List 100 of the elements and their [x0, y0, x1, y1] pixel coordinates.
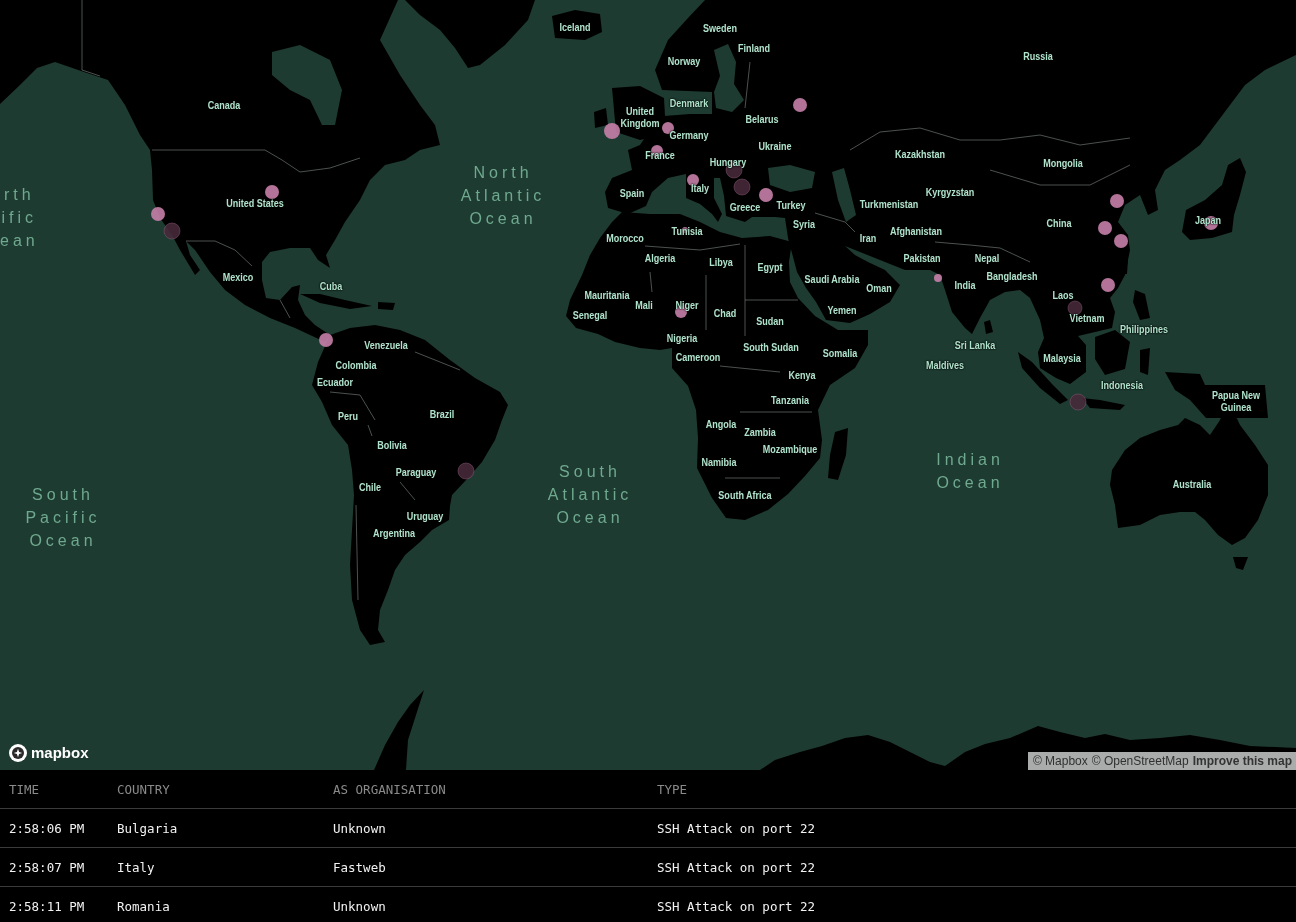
attribution-link[interactable]: © OpenStreetMap	[1091, 753, 1189, 769]
country-label: United States	[226, 197, 284, 209]
country-label: Philippines	[1119, 323, 1169, 335]
country-label: Angola	[705, 418, 737, 430]
country-label: Sweden	[702, 22, 738, 34]
country-label: Sri Lanka	[954, 339, 996, 351]
country-label: Belarus	[745, 113, 779, 125]
country-label: Canada	[207, 99, 241, 111]
country-label: Brazil	[429, 408, 455, 420]
country-label: Mongolia	[1043, 157, 1083, 169]
country-label: Australia	[1172, 478, 1212, 490]
country-label: Tunisia	[671, 225, 703, 237]
country-label: Bolivia	[377, 439, 407, 451]
country-label: Mauritania	[584, 289, 630, 301]
table-cell: Italy	[117, 859, 155, 875]
island-landmass	[378, 302, 395, 310]
island-landmass	[552, 10, 602, 40]
attribution-link[interactable]: Improve this map	[1192, 753, 1292, 769]
country-label: Venezuela	[364, 339, 408, 351]
column-header: AS ORGANISATION	[333, 781, 446, 797]
country-label: Senegal	[572, 309, 608, 321]
country-label: Kyrgyzstan	[925, 186, 975, 198]
country-label: Egypt	[757, 261, 783, 273]
country-label: Russia	[1023, 50, 1053, 62]
table-cell: 2:58:07 PM	[9, 859, 85, 875]
country-label: Italy	[690, 182, 710, 194]
country-label: India	[954, 279, 976, 291]
country-label: Peru	[337, 410, 359, 422]
country-label: Mozambique	[762, 443, 818, 455]
country-label: Maldives	[925, 359, 965, 371]
country-label: Turkey	[776, 199, 806, 211]
table-cell: SSH Attack on port 22	[657, 898, 816, 914]
country-label: Ukraine	[758, 140, 792, 152]
country-label: Denmark	[669, 97, 709, 109]
country-label: Bangladesh	[986, 270, 1038, 282]
table-cell: SSH Attack on port 22	[657, 820, 816, 836]
table-cell: Romania	[117, 898, 170, 914]
country-label: Greece	[729, 201, 761, 213]
country-label: Chad	[713, 307, 737, 319]
country-label: Paraguay	[395, 466, 437, 478]
table-cell: Unknown	[333, 820, 386, 836]
country-label: Libya	[709, 256, 733, 268]
logo-icon[interactable]	[9, 744, 27, 762]
country-label: Finland	[737, 42, 771, 54]
country-label: Sudan	[756, 315, 784, 327]
island-landmass	[300, 294, 372, 309]
column-header: TIME	[9, 781, 40, 797]
country-label: South Africa	[718, 489, 772, 501]
country-label: Kenya	[788, 369, 816, 381]
country-label: United Kingdom	[619, 105, 661, 129]
country-label: Yemen	[827, 304, 857, 316]
logo-wordmark[interactable]: mapbox	[31, 744, 89, 762]
country-label: Niger	[675, 299, 699, 311]
table-cell: Bulgaria	[117, 820, 178, 836]
country-label: Laos	[1052, 289, 1074, 301]
country-label: Algeria	[644, 252, 676, 264]
country-label: Somalia	[822, 347, 858, 359]
ocean-label: rth ific ean	[0, 184, 39, 251]
country-label: Hungary	[709, 156, 747, 168]
country-label: Iceland	[559, 21, 591, 33]
country-label: Namibia	[701, 456, 737, 468]
attribution-link[interactable]: © Mapbox	[1032, 753, 1088, 769]
island-landmass	[828, 428, 848, 480]
country-label: Pakistan	[903, 252, 941, 264]
country-label: Mexico	[222, 271, 254, 283]
country-label: South Sudan	[743, 341, 799, 353]
table-cell: SSH Attack on port 22	[657, 859, 816, 875]
column-header: TYPE	[657, 781, 688, 797]
country-label: Morocco	[606, 232, 644, 244]
country-label: Ecuador	[316, 376, 354, 388]
country-label: Zambia	[744, 426, 776, 438]
country-label: Iran	[859, 232, 877, 244]
country-label: Turkmenistan	[859, 198, 919, 210]
country-label: Indonesia	[1100, 379, 1144, 391]
country-label: Malaysia	[1043, 352, 1081, 364]
island-landmass	[984, 320, 993, 334]
table-cell: Unknown	[333, 898, 386, 914]
country-label: Vietnam	[1069, 312, 1105, 324]
country-label: Afghanistan	[889, 225, 943, 237]
island-landmass	[1140, 348, 1150, 375]
ocean-label: South Atlantic Ocean	[547, 461, 633, 528]
country-label: China	[1046, 217, 1072, 229]
table-cell: 2:58:11 PM	[9, 898, 85, 914]
country-label: Uruguay	[406, 510, 444, 522]
country-label: Norway	[667, 55, 701, 67]
country-label: Nepal	[974, 252, 1000, 264]
island-landmass	[1233, 557, 1248, 570]
country-label: Nigeria	[666, 332, 698, 344]
country-label: Spain	[619, 187, 645, 199]
country-label: Cuba	[319, 280, 343, 292]
country-label: Colombia	[335, 359, 377, 371]
country-label: Chile	[358, 481, 382, 493]
country-label: Argentina	[372, 527, 416, 539]
ocean-label: South Pacific Ocean	[25, 484, 101, 551]
country-label: Cameroon	[675, 351, 721, 363]
ocean-label: North Atlantic Ocean	[460, 162, 546, 229]
island-landmass	[594, 108, 608, 128]
ocean-label: Indian Ocean	[936, 450, 1004, 493]
country-label: Kazakhstan	[894, 148, 946, 160]
country-label: Tanzania	[771, 394, 809, 406]
